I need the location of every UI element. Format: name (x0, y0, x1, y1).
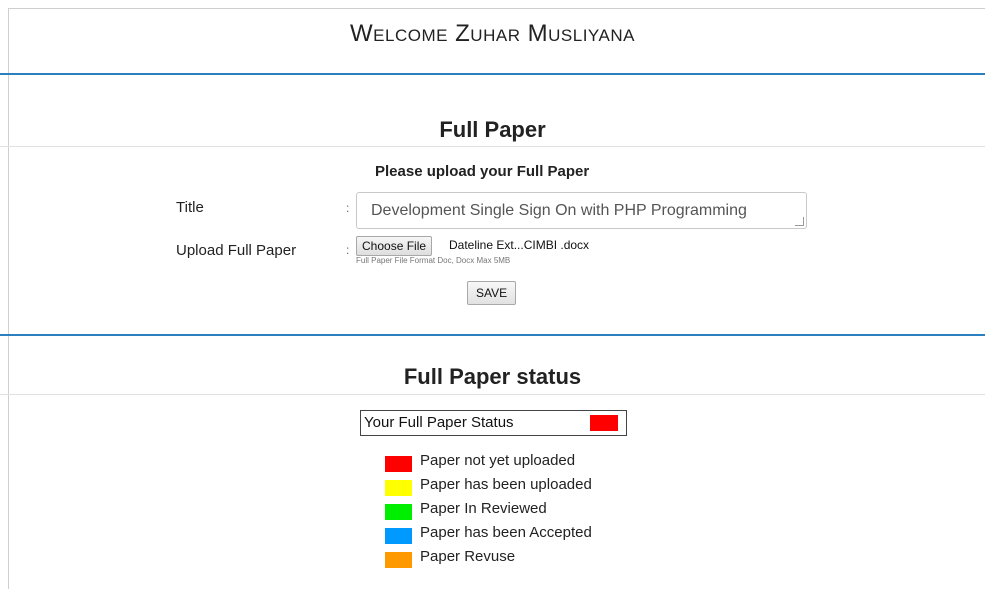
status-divider (0, 394, 985, 395)
legend-label: Paper has been uploaded (420, 476, 592, 493)
title-input[interactable]: Development Single Sign On with PHP Prog… (356, 192, 807, 229)
legend-label: Paper In Reviewed (420, 500, 547, 517)
legend-swatch (385, 504, 412, 520)
upload-instruction: Please upload your Full Paper (375, 163, 590, 180)
status-box: Your Full Paper Status (360, 410, 627, 436)
choose-file-button[interactable]: Choose File (356, 236, 433, 256)
status-box-label: Your Full Paper Status (364, 414, 514, 431)
section-divider (0, 334, 985, 336)
legend-label: Paper Revuse (420, 548, 516, 565)
header-divider (0, 73, 985, 75)
status-heading: Full Paper status (403, 364, 582, 389)
file-format-hint: Full Paper File Format Doc, Docx Max 5MB (356, 256, 511, 265)
title-label: Title (176, 199, 204, 216)
legend-swatch (385, 480, 412, 496)
legend-label: Paper has been Accepted (420, 524, 592, 541)
legend-label: Paper not yet uploaded (420, 452, 576, 469)
legend-swatch (385, 552, 412, 568)
welcome-heading: Welcome Zuhar Musliyana (350, 20, 635, 47)
resize-grip-icon[interactable] (795, 217, 804, 226)
full-paper-heading: Full Paper (439, 117, 546, 142)
legend-swatch (385, 456, 412, 472)
save-button[interactable]: SAVE (467, 281, 517, 305)
upload-colon: : (346, 243, 350, 257)
title-colon: : (346, 201, 350, 215)
selected-file-name: Dateline Ext...CIMBI .docx (449, 238, 590, 252)
legend-swatch (385, 528, 412, 544)
title-input-value: Development Single Sign On with PHP Prog… (371, 202, 747, 219)
upload-label: Upload Full Paper (176, 242, 297, 259)
full-paper-divider (0, 146, 985, 147)
status-indicator (590, 415, 618, 431)
